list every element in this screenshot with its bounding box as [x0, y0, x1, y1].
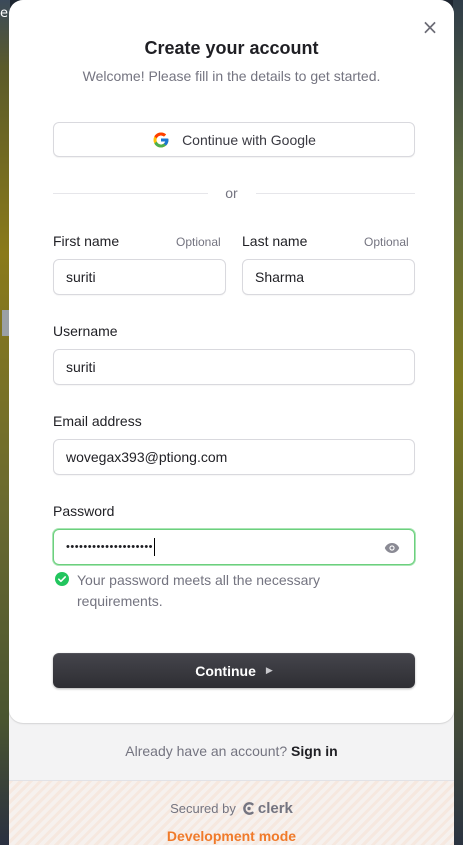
google-icon	[152, 131, 170, 149]
password-success-text: Your password meets all the necessary re…	[77, 572, 321, 609]
first-name-input[interactable]: suriti	[53, 259, 226, 295]
username-value: suriti	[66, 359, 96, 375]
first-name-label: First name	[53, 233, 120, 249]
last-name-optional: Optional	[364, 235, 409, 249]
clerk-logo[interactable]: clerk	[242, 800, 293, 817]
first-name-value: suriti	[66, 269, 96, 285]
username-label: Username	[53, 323, 118, 339]
sign-in-link[interactable]: Sign in	[291, 743, 338, 759]
text-caret	[154, 538, 156, 556]
continue-with-google-label: Continue with Google	[182, 131, 316, 148]
signin-prompt: Already have an account? Sign in	[9, 743, 454, 759]
background-right-strip	[453, 0, 463, 845]
continue-button[interactable]: Continue ▶	[53, 653, 415, 688]
caret-right-icon: ▶	[265, 665, 273, 675]
last-name-value: Sharma	[255, 269, 305, 285]
clerk-icon	[242, 801, 255, 816]
password-label: Password	[53, 503, 115, 519]
email-label: Email address	[53, 413, 142, 429]
divider-line-right	[256, 193, 415, 194]
signin-prompt-text: Already have an account?	[125, 743, 288, 759]
check-circle-icon	[55, 572, 69, 612]
signup-card: × Create your account Welcome! Please fi…	[9, 0, 454, 845]
development-mode-label: Development mode	[166, 828, 297, 844]
eye-icon[interactable]	[384, 541, 400, 553]
clerk-brand-text: clerk	[257, 800, 293, 817]
signup-card-main: × Create your account Welcome! Please fi…	[9, 0, 454, 723]
last-name-input[interactable]: Sharma	[242, 259, 415, 295]
dialog-title: Create your account	[144, 38, 319, 58]
background-edge-letter: e	[0, 6, 8, 21]
continue-label: Continue	[195, 662, 256, 679]
continue-with-google-button[interactable]: Continue with Google	[53, 122, 415, 157]
username-input[interactable]: suriti	[53, 349, 415, 385]
dialog-subtitle: Welcome! Please fill in the details to g…	[82, 68, 381, 84]
email-input[interactable]: wovegax393@ptiong.com	[53, 439, 415, 475]
close-icon[interactable]: ×	[421, 16, 439, 38]
password-input[interactable]: ••••••••••••••••••••	[53, 529, 415, 565]
secured-by-clerk: Secured by clerk	[9, 800, 454, 817]
email-value: wovegax393@ptiong.com	[66, 449, 228, 465]
first-name-optional: Optional	[176, 235, 221, 249]
password-success-message: Your password meets all the necessary re…	[55, 570, 355, 612]
last-name-label: Last name	[242, 233, 308, 249]
secured-by-text: Secured by	[170, 801, 236, 816]
password-masked-value: ••••••••••••••••••••	[66, 541, 154, 553]
